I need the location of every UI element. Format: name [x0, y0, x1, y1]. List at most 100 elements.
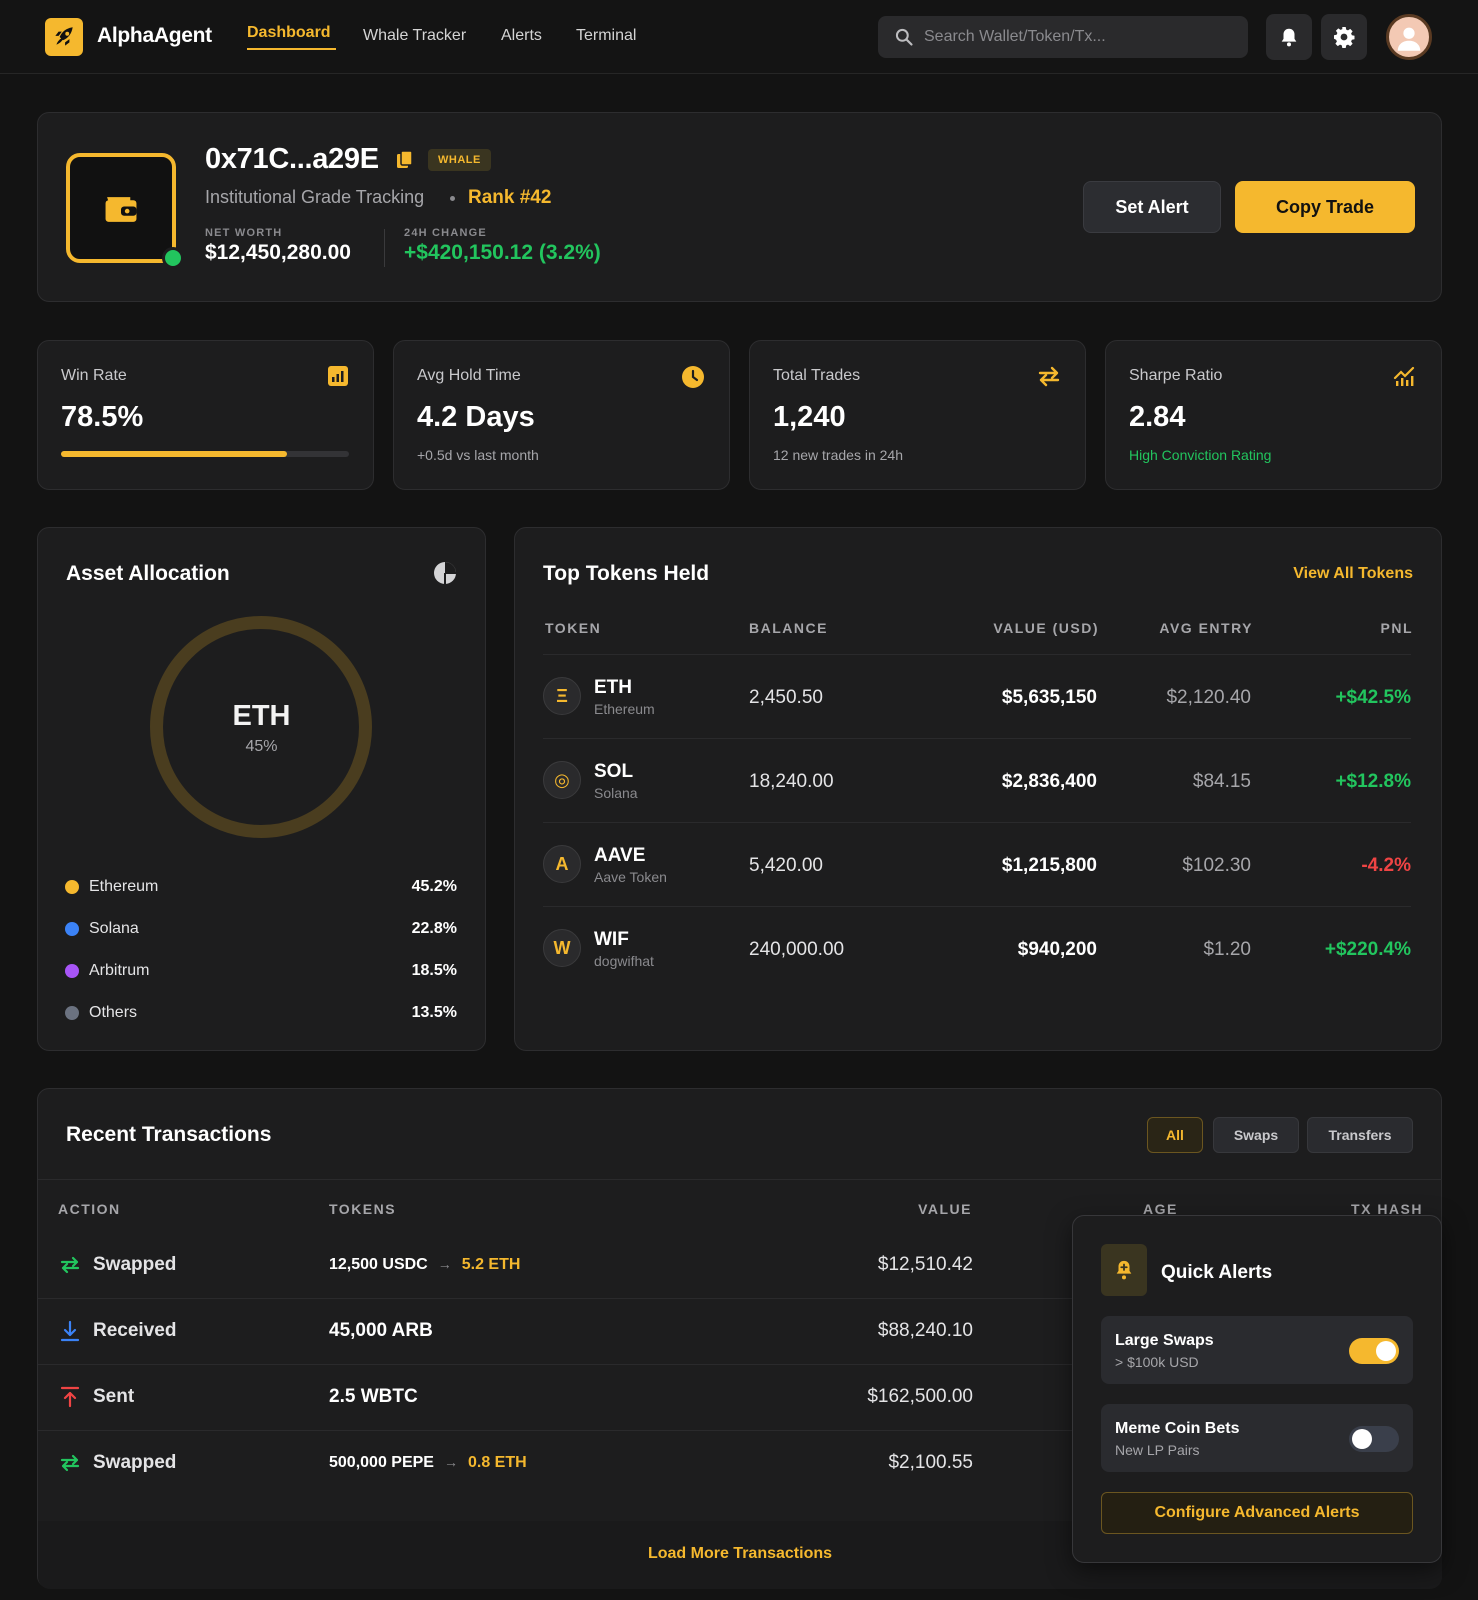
- column-header: TOKENS: [329, 1201, 397, 1217]
- user-avatar[interactable]: [1386, 14, 1432, 60]
- large-swaps-toggle[interactable]: [1349, 1338, 1399, 1364]
- legend-item: Ethereum 45.2%: [65, 876, 457, 898]
- search-input[interactable]: [924, 16, 1234, 58]
- tx-tokens: 45,000 ARB: [329, 1320, 433, 1341]
- column-header: VALUE: [918, 1201, 972, 1217]
- filter-all-button[interactable]: All: [1147, 1117, 1203, 1153]
- stat-card-win-rate: Win Rate 78.5%: [37, 340, 374, 490]
- aave-token-icon: A: [543, 845, 581, 883]
- table-row[interactable]: ◎ SOL Solana 18,240.00 $2,836,400 $84.15…: [543, 738, 1411, 822]
- column-header: TOKEN: [545, 620, 602, 636]
- donut-center-pct: 45%: [245, 738, 278, 755]
- tx-value: $162,500.00: [867, 1386, 973, 1407]
- alert-desc: > $100k USD: [1115, 1354, 1199, 1370]
- stat-value: 78.5%: [61, 401, 144, 433]
- bell-icon: [1281, 28, 1297, 47]
- donut-center-label: ETH: [232, 700, 291, 732]
- change-value: +$420,150.12 (3.2%): [404, 241, 601, 264]
- nav-whale-tracker[interactable]: Whale Tracker: [363, 27, 466, 45]
- upload-icon: [60, 1386, 80, 1408]
- nav-active-indicator: [247, 48, 336, 50]
- filter-swaps-button[interactable]: Swaps: [1213, 1117, 1299, 1153]
- column-header: VALUE (USD): [993, 620, 1099, 636]
- quick-alerts-panel: Quick Alerts Large Swaps > $100k USD Mem…: [1072, 1215, 1442, 1563]
- app-logo[interactable]: [45, 18, 83, 56]
- wif-token-icon: W: [543, 929, 581, 967]
- copy-trade-button[interactable]: Copy Trade: [1235, 181, 1415, 233]
- whale-badge: WHALE: [428, 149, 491, 171]
- legend-dot: [65, 922, 79, 936]
- tx-tokens: 2.5 WBTC: [329, 1386, 418, 1407]
- top-tokens-card: Top Tokens Held View All Tokens TOKEN BA…: [514, 527, 1442, 1051]
- stat-label: Win Rate: [61, 367, 127, 384]
- token-avg-entry: $2,120.40: [1166, 687, 1251, 708]
- filter-transfers-button[interactable]: Transfers: [1307, 1117, 1413, 1153]
- settings-button[interactable]: [1321, 14, 1367, 60]
- trend-chart-icon: [1393, 366, 1415, 386]
- app-name: AlphaAgent: [97, 24, 212, 47]
- alert-name: Meme Coin Bets: [1115, 1420, 1240, 1437]
- stat-card-sharpe-ratio: Sharpe Ratio 2.84 High Conviction Rating: [1105, 340, 1442, 490]
- bell-plus-icon: [1116, 1260, 1132, 1280]
- tx-action: Received: [93, 1320, 177, 1341]
- meme-coin-bets-toggle[interactable]: [1349, 1426, 1399, 1452]
- header-divider: [38, 1179, 1442, 1180]
- legend-item: Arbitrum 18.5%: [65, 960, 457, 982]
- wallet-avatar: [66, 153, 176, 263]
- quick-alerts-title: Quick Alerts: [1161, 1262, 1273, 1283]
- view-all-tokens-link[interactable]: View All Tokens: [1293, 565, 1413, 583]
- legend-item: Others 13.5%: [65, 1002, 457, 1024]
- column-header: AVG ENTRY: [1159, 620, 1253, 636]
- wallet-address: 0x71C...a29E: [205, 143, 379, 175]
- stat-label: Sharpe Ratio: [1129, 367, 1223, 384]
- stat-sub: High Conviction Rating: [1129, 447, 1272, 463]
- nav-alerts[interactable]: Alerts: [501, 27, 542, 45]
- tx-to: 0.8 ETH: [467, 1454, 527, 1471]
- toggle-knob: [1352, 1429, 1372, 1449]
- token-pnl: +$220.4%: [1324, 939, 1411, 960]
- swap-arrows-icon: [1038, 366, 1060, 387]
- legend-value: 22.8%: [411, 920, 457, 937]
- notifications-button[interactable]: [1266, 14, 1312, 60]
- swap-icon: [60, 1454, 80, 1472]
- legend-name: Arbitrum: [89, 962, 150, 979]
- online-status-dot: [162, 247, 184, 269]
- arrow-right-icon: →: [443, 1454, 458, 1470]
- wallet-profile-card: 0x71C...a29E WHALE Institutional Grade T…: [37, 112, 1442, 302]
- nav-terminal[interactable]: Terminal: [576, 27, 636, 45]
- token-value: $5,635,150: [1001, 687, 1097, 708]
- token-avg-entry: $84.15: [1192, 771, 1251, 792]
- legend-value: 13.5%: [411, 1004, 457, 1021]
- configure-alerts-button[interactable]: Configure Advanced Alerts: [1101, 1492, 1413, 1534]
- copy-icon[interactable]: [396, 150, 414, 170]
- token-name: dogwifhat: [594, 953, 654, 969]
- tx-to: 5.2 ETH: [461, 1256, 521, 1273]
- user-icon: [1397, 27, 1421, 51]
- gear-icon: [1334, 27, 1355, 48]
- legend-value: 18.5%: [411, 962, 457, 979]
- wallet-rank: Rank #42: [468, 187, 552, 208]
- tx-tokens: 12,500 USDC → 5.2 ETH: [329, 1256, 520, 1274]
- section-title: Recent Transactions: [66, 1123, 272, 1146]
- alert-item-meme-coin-bets: Meme Coin Bets New LP Pairs: [1101, 1404, 1413, 1472]
- table-row[interactable]: Ξ ETH Ethereum 2,450.50 $5,635,150 $2,12…: [543, 654, 1411, 738]
- search-icon: [895, 28, 913, 46]
- toggle-knob: [1376, 1341, 1396, 1361]
- alert-badge: [1101, 1244, 1147, 1296]
- token-symbol: AAVE: [594, 845, 646, 866]
- set-alert-button[interactable]: Set Alert: [1083, 181, 1221, 233]
- net-worth-label: NET WORTH: [205, 227, 283, 239]
- asset-allocation-card: Asset Allocation ETH 45% Ethereum 45.2% …: [37, 527, 486, 1051]
- table-row[interactable]: W WIF dogwifhat 240,000.00 $940,200 $1.2…: [543, 906, 1411, 990]
- separator-dot: [450, 196, 455, 201]
- stat-label: Total Trades: [773, 367, 861, 384]
- stat-card-hold-time: Avg Hold Time 4.2 Days +0.5d vs last mon…: [393, 340, 730, 490]
- stat-divider: [384, 229, 385, 267]
- nav-dashboard[interactable]: Dashboard: [247, 24, 331, 42]
- tx-value: $2,100.55: [888, 1452, 973, 1473]
- tx-tokens: 500,000 PEPE → 0.8 ETH: [329, 1454, 527, 1472]
- stat-label: Avg Hold Time: [417, 367, 521, 384]
- pie-chart-icon[interactable]: [433, 561, 457, 585]
- tx-action: Swapped: [93, 1254, 177, 1275]
- table-row[interactable]: A AAVE Aave Token 5,420.00 $1,215,800 $1…: [543, 822, 1411, 906]
